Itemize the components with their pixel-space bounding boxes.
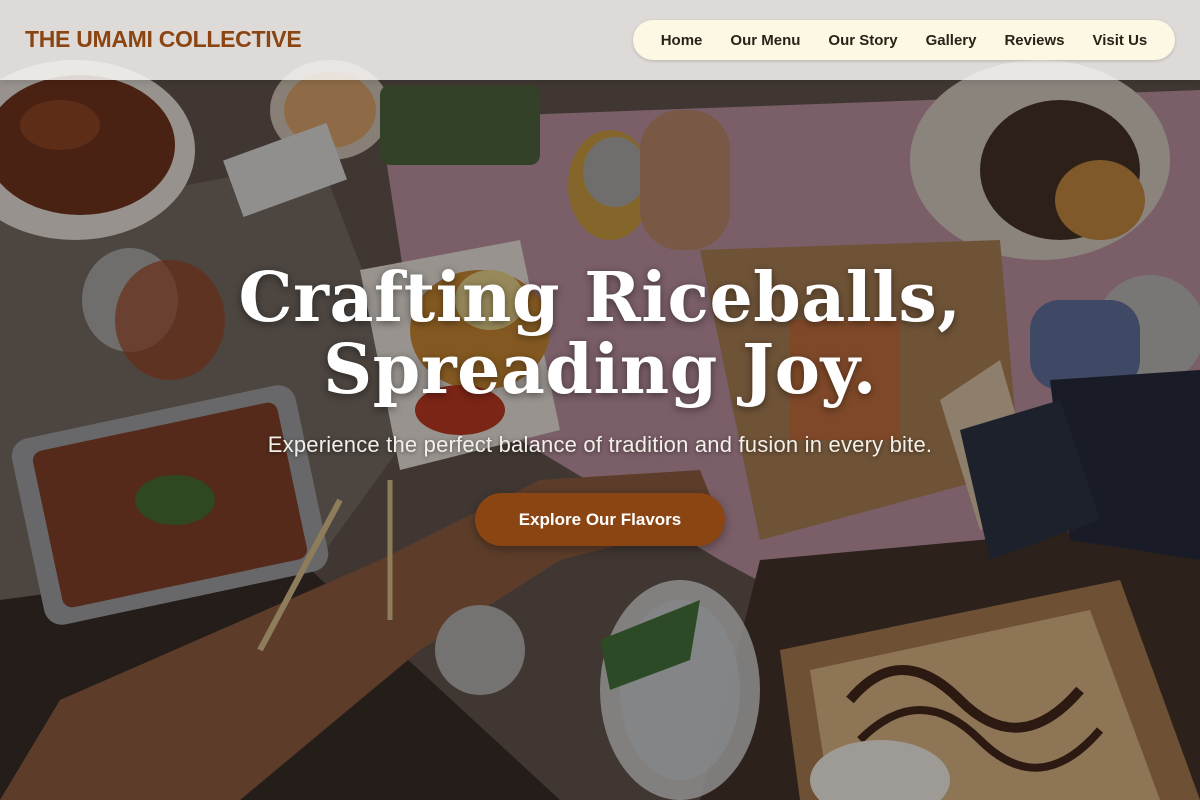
- main-navigation: Home Our Menu Our Story Gallery Reviews …: [633, 20, 1175, 60]
- hero-section: Crafting Riceballs, Spreading Joy. Exper…: [0, 262, 1200, 458]
- nav-link-our-story[interactable]: Our Story: [828, 32, 897, 49]
- hero-title-line-1: Crafting Riceballs,: [238, 258, 962, 338]
- page: THE UMAMI COLLECTIVE Home Our Menu Our S…: [0, 0, 1200, 800]
- hero-title-line-2: Spreading Joy.: [323, 330, 877, 410]
- nav-link-our-menu[interactable]: Our Menu: [730, 32, 800, 49]
- nav-link-home[interactable]: Home: [661, 32, 703, 49]
- nav-link-reviews[interactable]: Reviews: [1004, 32, 1064, 49]
- site-header: THE UMAMI COLLECTIVE Home Our Menu Our S…: [0, 0, 1200, 80]
- explore-flavors-button[interactable]: Explore Our Flavors: [475, 493, 725, 546]
- nav-link-visit-us[interactable]: Visit Us: [1093, 32, 1148, 49]
- hero-subtitle: Experience the perfect balance of tradit…: [267, 432, 933, 457]
- nav-link-gallery[interactable]: Gallery: [926, 32, 977, 49]
- hero-title: Crafting Riceballs, Spreading Joy.: [0, 262, 1200, 406]
- brand-logo-text[interactable]: THE UMAMI COLLECTIVE: [25, 26, 302, 53]
